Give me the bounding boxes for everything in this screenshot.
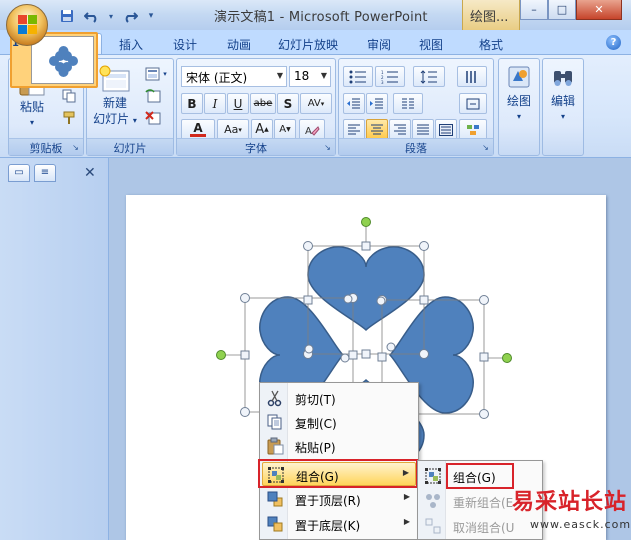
submenu-item-ungroup-label: 取消组合(U	[453, 521, 515, 535]
menu-item-cut-label: 剪切(T)	[295, 393, 336, 407]
regroup-icon	[424, 492, 442, 510]
watermark: 易采站长站 www.easck.com	[512, 484, 631, 540]
submenu-item-regroup-label: 重新组合(E	[453, 496, 514, 510]
highlight-box-group	[258, 459, 418, 488]
send-back-icon	[266, 515, 284, 533]
menu-item-send-to-back-label: 置于底层(K)	[295, 519, 361, 533]
ungroup-icon	[424, 517, 442, 535]
scissors-icon	[266, 389, 284, 407]
menu-item-bring-to-front[interactable]: 置于顶层(R) ▶	[262, 487, 416, 511]
watermark-text: 易采站长站	[512, 489, 628, 515]
menu-item-cut[interactable]: 剪切(T)	[262, 386, 416, 410]
menu-item-copy[interactable]: 复制(C)	[262, 410, 416, 434]
office-logo-icon	[18, 15, 38, 35]
heart-shape-top[interactable]	[307, 246, 425, 331]
office-button[interactable]	[6, 4, 48, 46]
chevron-right-icon: ▶	[403, 492, 410, 501]
menu-item-bring-to-front-label: 置于顶层(R)	[295, 494, 361, 508]
menu-item-paste[interactable]: 粘贴(P)	[262, 434, 416, 458]
bring-front-icon	[266, 490, 284, 508]
chevron-right-icon: ▶	[403, 517, 410, 526]
copy-icon	[266, 413, 284, 431]
paste-icon	[266, 437, 284, 455]
watermark-url: www.easck.com	[530, 518, 631, 531]
menu-item-paste-label: 粘贴(P)	[295, 441, 336, 455]
menu-item-copy-label: 复制(C)	[295, 417, 337, 431]
menu-item-send-to-back[interactable]: 置于底层(K) ▶	[262, 512, 416, 536]
highlight-box-submenu-group	[446, 463, 514, 489]
group-icon	[424, 467, 442, 485]
